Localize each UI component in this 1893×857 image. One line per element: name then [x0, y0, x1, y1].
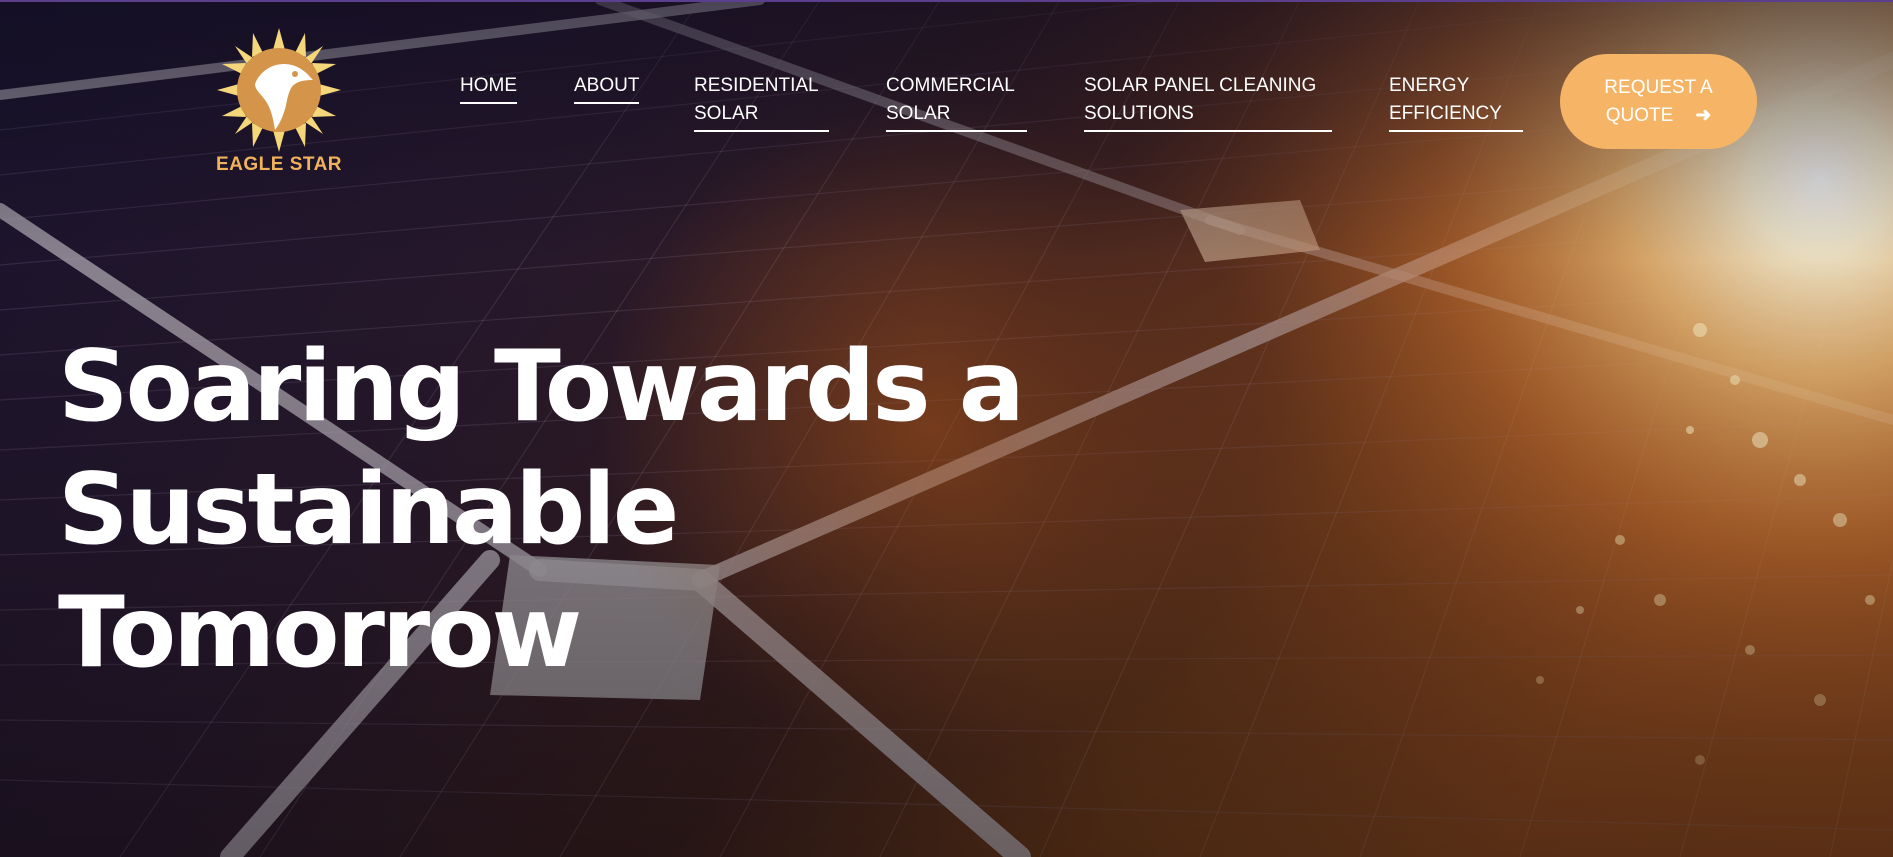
- request-quote-button[interactable]: REQUEST A QUOTE ➜: [1560, 54, 1757, 149]
- nav-item-residential-solar[interactable]: RESIDENTIAL SOLAR: [694, 72, 829, 132]
- request-quote-label-line2: QUOTE: [1605, 105, 1674, 126]
- nav-item-label-line2: SOLUTIONS: [1084, 103, 1194, 124]
- nav-item-label: HOME: [460, 75, 517, 96]
- nav-item-energy-efficiency[interactable]: ENERGY EFFICIENCY: [1389, 72, 1523, 132]
- nav-item-solar-panel-cleaning[interactable]: SOLAR PANEL CLEANING SOLUTIONS: [1084, 72, 1332, 132]
- nav-item-label-line2: SOLAR: [694, 103, 759, 124]
- nav-item-label-line1: RESIDENTIAL: [694, 75, 819, 96]
- nav-item-label-line1: ENERGY: [1389, 75, 1470, 96]
- nav-item-label-line1: COMMERCIAL: [886, 75, 1015, 96]
- nav-item-label: ABOUT: [574, 75, 640, 96]
- hero-headline-line2: Tomorrow: [58, 576, 582, 690]
- arrow-right-icon: ➜: [1695, 105, 1712, 126]
- brand-name: EAGLE STAR: [215, 154, 343, 175]
- nav-underline: [460, 102, 517, 104]
- request-quote-label-line1: REQUEST A: [1604, 77, 1713, 98]
- top-accent-line: [0, 0, 1893, 2]
- nav-item-home[interactable]: HOME: [460, 72, 517, 104]
- nav-underline: [886, 130, 1027, 132]
- hero-headline: Soaring Towards a Sustainable Tomorrow: [58, 326, 1558, 695]
- hero-headline-line1: Soaring Towards a Sustainable: [58, 330, 1025, 567]
- nav-underline: [1389, 130, 1523, 132]
- nav-underline: [1084, 130, 1332, 132]
- nav-item-label-line2: SOLAR: [886, 103, 951, 124]
- nav-item-label-line1: SOLAR PANEL CLEANING: [1084, 75, 1317, 96]
- nav-underline: [694, 130, 829, 132]
- nav-underline: [574, 102, 640, 104]
- request-quote-label-row: QUOTE ➜: [1560, 102, 1757, 130]
- nav-item-commercial-solar[interactable]: COMMERCIAL SOLAR: [886, 72, 1027, 132]
- nav-item-label-line2: EFFICIENCY: [1389, 103, 1502, 124]
- nav-item-about[interactable]: ABOUT: [574, 72, 640, 104]
